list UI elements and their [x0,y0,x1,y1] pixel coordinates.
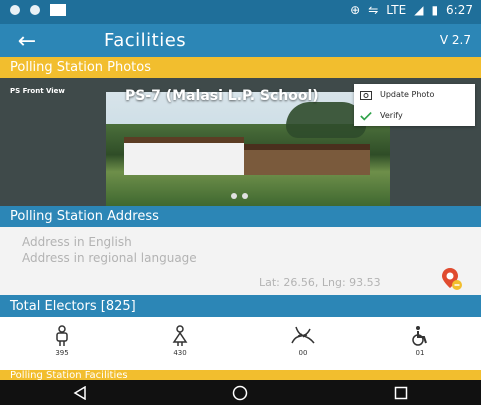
pwd-count: 01 [415,349,425,357]
section-header-photos: Polling Station Photos [0,57,481,78]
status-bar: ⊕ ⇋ LTE ◢ ▮ 6:27 [0,0,481,24]
nav-recents-button[interactable] [371,383,431,403]
building [124,137,244,175]
notification-icon [30,5,40,15]
lat-lng-text: Lat: 26.56, Lng: 93.53 [259,276,381,289]
section-title: Total Electors [825] [10,298,136,314]
building [244,144,370,175]
signal-icon: ◢ [414,3,424,17]
update-photo-button[interactable]: Update Photo [354,84,475,105]
carousel-dot [242,193,248,199]
battery-icon: ▮ [431,3,439,17]
electors-panel: 395 430 00 01 [0,317,481,370]
carousel-dot [231,193,237,199]
male-count: 395 [55,349,69,357]
third-gender-electors: 00 [283,325,323,357]
male-icon [56,325,68,346]
section-header-facilities: Polling Station Facilities [0,370,481,380]
sync-icon: ⊕ [350,3,361,17]
checkmark-icon [360,111,372,121]
map-pin-icon[interactable] [439,266,465,292]
clock-text: 6:27 [446,3,473,17]
arrow-left-icon: ← [17,28,37,54]
verify-button[interactable]: Verify [354,105,475,126]
male-electors: 395 [42,325,82,357]
notification-icon [10,5,20,15]
female-icon [172,325,188,346]
circle-home-icon [233,385,248,400]
third-gender-count: 00 [298,349,308,357]
dna-icon [291,326,315,344]
back-button[interactable]: ← [12,28,42,54]
section-header-address: Polling Station Address [0,206,481,227]
notification-icon [50,4,66,16]
version-label: V 2.7 [439,33,471,47]
app-bar: ← Facilities V 2.7 [0,24,481,57]
nav-back-button[interactable] [50,383,110,403]
square-recents-icon [394,386,408,399]
address-regional[interactable]: Address in regional language [22,251,197,265]
photo-view-label: PS Front View [10,87,65,95]
female-count: 430 [173,349,187,357]
section-title: Polling Station Photos [10,60,151,75]
page-title: Facilities [104,30,187,51]
lte-label: LTE [386,3,407,17]
section-title: Polling Station Facilities [10,370,128,380]
carousel-indicator [231,193,248,199]
section-title: Polling Station Address [10,209,159,224]
address-english[interactable]: Address in English [22,235,132,249]
nav-home-button[interactable] [210,383,270,403]
station-name: PS-7 (Malasi L.P. School) [125,88,319,104]
navigation-bar [0,380,481,405]
section-header-electors: Total Electors [825] [0,295,481,317]
female-electors: 430 [160,325,200,357]
polling-station-photo[interactable] [106,92,390,206]
verify-label: Verify [380,111,403,120]
photo-menu: Update Photo Verify [354,84,475,126]
pwd-electors: 01 [400,325,440,357]
update-photo-label: Update Photo [380,90,435,99]
wifi-icon: ⇋ [368,3,379,17]
triangle-back-icon [73,385,86,400]
camera-icon [360,90,372,100]
wheelchair-icon [412,326,427,346]
